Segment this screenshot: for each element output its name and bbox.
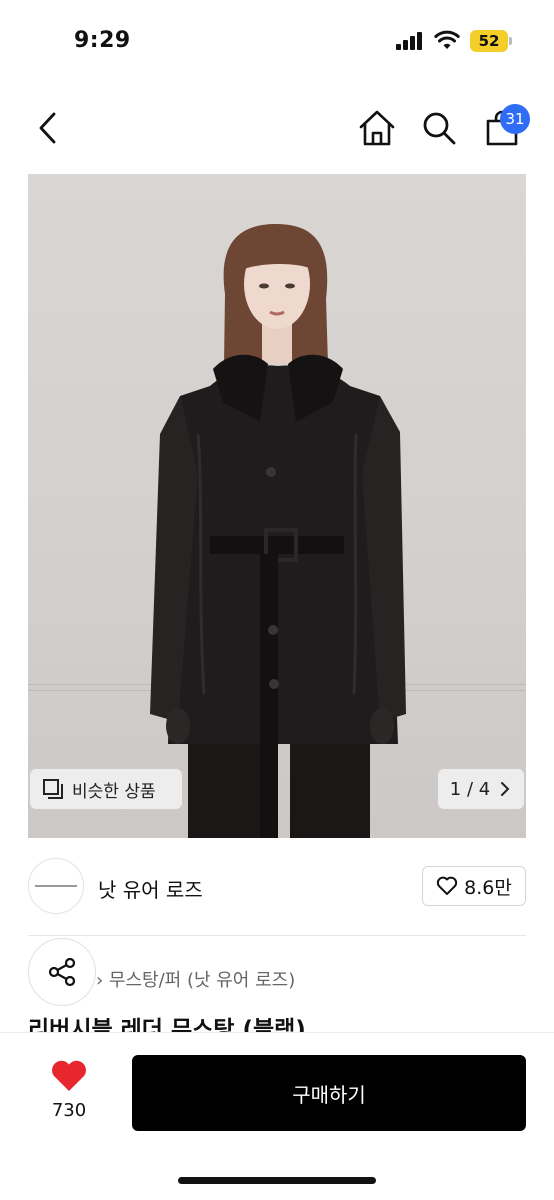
purchase-button[interactable]: 구매하기 (132, 1055, 526, 1131)
cart-count-badge: 31 (500, 104, 530, 134)
similar-products-label: 비슷한 상품 (72, 781, 156, 802)
back-button[interactable] (26, 106, 70, 150)
share-icon (48, 957, 76, 987)
search-icon (423, 112, 456, 145)
similar-products-button[interactable]: 비슷한 상품 (30, 769, 182, 809)
copy-squares-icon (43, 779, 63, 799)
battery-indicator: 52 (470, 30, 512, 52)
heart-filled-icon (52, 1060, 86, 1091)
image-pager[interactable]: 1 / 4 (438, 769, 524, 809)
brand-row: 낫 유어 로즈 8.6만 (28, 858, 526, 916)
purchase-label: 구매하기 (292, 1082, 366, 1107)
cellular-signal-icon (396, 32, 424, 50)
chevron-left-icon (39, 112, 56, 144)
chevron-right-icon (501, 782, 510, 796)
brand-like-button[interactable]: 8.6만 (422, 866, 526, 906)
category-breadcrumb[interactable]: › 무스탕/퍼 (낫 유어 로즈) (96, 966, 295, 992)
wifi-icon (434, 30, 460, 49)
chevron-right-icon: › (96, 970, 109, 991)
brand-like-count: 8.6만 (464, 876, 512, 899)
status-bar: 9:29 52 (0, 0, 554, 80)
brand-logo[interactable] (28, 858, 84, 914)
section-divider (28, 935, 526, 936)
model-in-black-leather-coat-image (150, 224, 406, 838)
brand-name[interactable]: 낫 유어 로즈 (98, 874, 203, 903)
pager-label: 1 / 4 (449, 778, 491, 800)
wishlist-count: 730 (51, 1100, 87, 1121)
share-button[interactable] (28, 938, 96, 1006)
home-indicator[interactable] (178, 1177, 376, 1184)
product-image[interactable] (28, 174, 526, 838)
brand-logo-wordmark (35, 885, 77, 887)
top-navigation (0, 96, 554, 160)
home-button[interactable] (355, 106, 399, 150)
search-button[interactable] (417, 106, 461, 150)
home-icon (359, 110, 395, 146)
wishlist-button[interactable]: 730 (38, 1056, 100, 1126)
status-time: 9:29 (74, 28, 131, 53)
product-title: 리버시블 레더 무스탕 (블랙) (28, 1017, 306, 1032)
heart-outline-icon (436, 876, 458, 895)
category-label: 무스탕/퍼 (낫 유어 로즈) (108, 970, 296, 991)
